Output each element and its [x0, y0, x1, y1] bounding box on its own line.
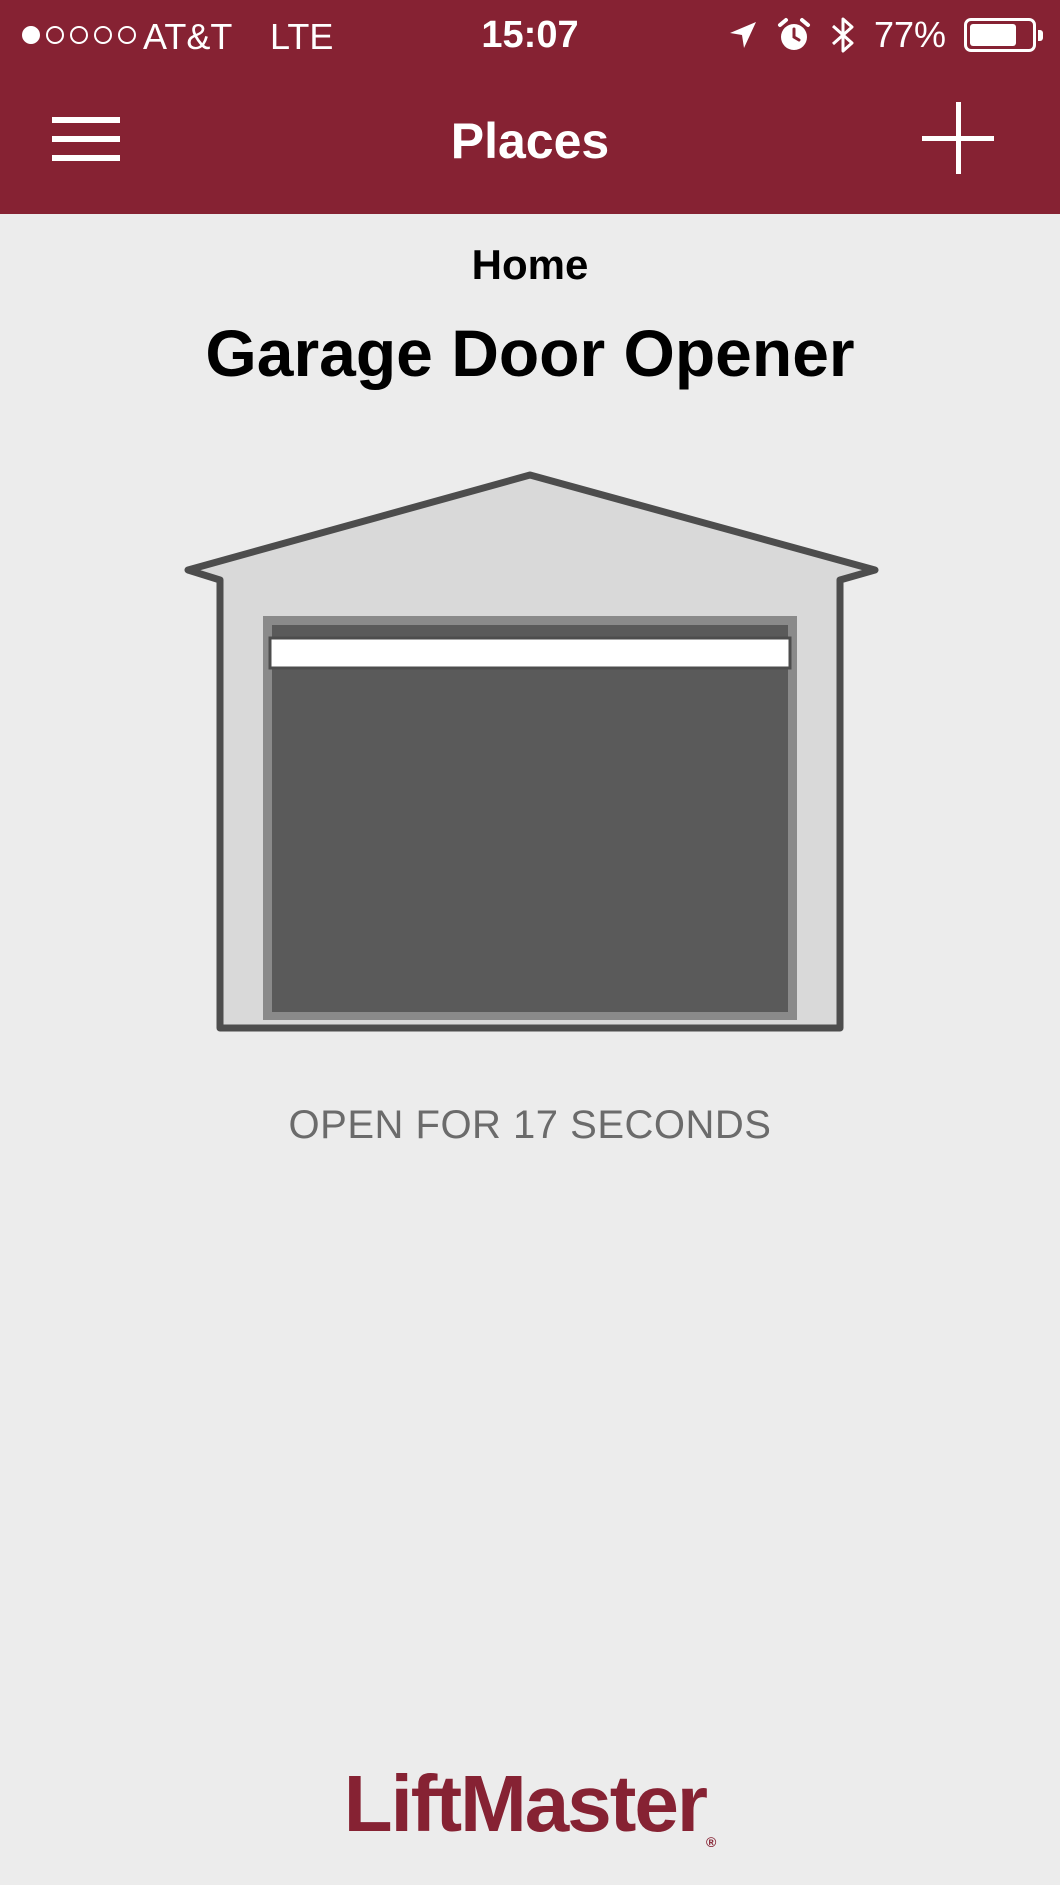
plus-icon[interactable] [922, 102, 994, 174]
alarm-icon [777, 18, 810, 50]
status-bar: AT&T LTE 15:07 77% [0, 0, 1060, 70]
door-panel [268, 636, 792, 670]
app-header: AT&T LTE 15:07 77% Places [0, 0, 1060, 214]
place-name: Home [471, 241, 589, 288]
garage-door-open-icon[interactable] [180, 460, 880, 1040]
page-title: Places [450, 113, 610, 169]
device-name: Garage Door Opener [205, 316, 855, 390]
location-arrow-icon [729, 22, 756, 48]
bluetooth-icon [831, 17, 854, 53]
battery-percentage: 77% [873, 14, 946, 55]
status-icons: 77% [728, 14, 1043, 56]
liftmaster-logo: LiftMaster® [343, 1759, 717, 1850]
battery-icon [964, 18, 1043, 52]
door-status: OPEN FOR 17 SECONDS [288, 1103, 772, 1147]
door-opening [272, 625, 788, 1012]
